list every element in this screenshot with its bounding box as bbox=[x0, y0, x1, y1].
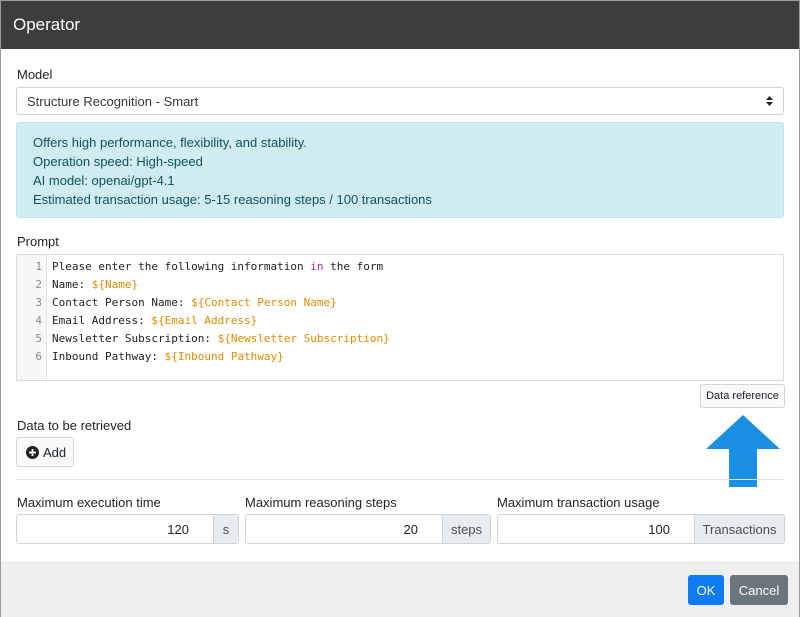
line-number: 3 bbox=[35, 296, 42, 309]
plus-circle-icon bbox=[26, 446, 39, 459]
code-line: Inbound Pathway: ${Inbound Pathway} bbox=[52, 350, 284, 363]
transaction-usage-label: Maximum transaction usage bbox=[497, 495, 660, 510]
code-variable: ${Newsletter Subscription} bbox=[217, 332, 390, 345]
line-number: 1 bbox=[35, 260, 42, 273]
transaction-usage-input[interactable]: 100 Transactions bbox=[497, 514, 785, 544]
data-reference-label: Data reference bbox=[706, 390, 779, 402]
dialog-footer bbox=[1, 563, 799, 617]
dialog-header: Operator bbox=[1, 1, 799, 49]
code-text: Email Address: bbox=[52, 314, 152, 327]
code-text: Newsletter Subscription: bbox=[52, 332, 218, 345]
line-number: 4 bbox=[35, 314, 42, 327]
ok-button[interactable]: OK bbox=[688, 575, 724, 605]
prompt-editor[interactable]: 1 2 3 4 5 6 Please enter the following i… bbox=[16, 254, 784, 381]
section-divider bbox=[16, 479, 784, 480]
model-select[interactable]: Structure Recognition - Smart bbox=[16, 87, 784, 115]
code-variable: ${Name} bbox=[91, 278, 139, 291]
code-line: Name: ${Name} bbox=[52, 278, 138, 291]
code-text: Inbound Pathway: bbox=[52, 350, 165, 363]
info-line: AI model: openai/gpt-4.1 bbox=[33, 173, 175, 188]
code-text: the form bbox=[323, 260, 384, 273]
up-arrow-icon bbox=[706, 415, 780, 487]
code-line: Newsletter Subscription: ${Newsletter Su… bbox=[52, 332, 390, 345]
data-reference-button[interactable]: Data reference bbox=[700, 384, 785, 408]
code-keyword: in bbox=[310, 260, 324, 273]
code-variable: ${Inbound Pathway} bbox=[164, 350, 284, 363]
cancel-button[interactable]: Cancel bbox=[730, 575, 788, 605]
line-number: 6 bbox=[35, 350, 42, 363]
info-line: Offers high performance, flexibility, an… bbox=[33, 135, 307, 150]
add-button[interactable]: Add bbox=[16, 437, 74, 467]
code-line: Contact Person Name: ${Contact Person Na… bbox=[52, 296, 337, 309]
add-label: Add bbox=[43, 445, 67, 460]
reasoning-steps-input[interactable]: 20 steps bbox=[245, 514, 491, 544]
line-number: 5 bbox=[35, 332, 42, 345]
info-line: Operation speed: High-speed bbox=[33, 154, 203, 169]
code-text: Name: bbox=[52, 278, 92, 291]
sort-caret-icon bbox=[766, 96, 773, 106]
execution-time-value: 120 bbox=[167, 522, 189, 537]
execution-time-label: Maximum execution time bbox=[17, 495, 161, 510]
retrieved-label: Data to be retrieved bbox=[17, 418, 132, 433]
reasoning-steps-unit: steps bbox=[442, 515, 490, 543]
execution-time-input[interactable]: 120 s bbox=[16, 514, 239, 544]
code-variable: ${Contact Person Name} bbox=[191, 296, 337, 309]
line-number-gutter: 1 2 3 4 5 6 bbox=[17, 255, 47, 380]
line-number: 2 bbox=[35, 278, 42, 291]
info-line: Estimated transaction usage: 5-15 reason… bbox=[33, 192, 432, 207]
prompt-label: Prompt bbox=[17, 234, 59, 249]
operator-dialog: Operator Model Structure Recognition - S… bbox=[0, 0, 800, 617]
code-variable: ${Email Address} bbox=[151, 314, 258, 327]
code-line: Please enter the following information i… bbox=[52, 260, 383, 273]
model-select-value: Structure Recognition - Smart bbox=[27, 94, 199, 109]
code-text: Contact Person Name: bbox=[52, 296, 192, 309]
reasoning-steps-value: 20 bbox=[403, 522, 418, 537]
code-line: Email Address: ${Email Address} bbox=[52, 314, 257, 327]
model-info-alert: Offers high performance, flexibility, an… bbox=[16, 122, 784, 218]
reasoning-steps-label: Maximum reasoning steps bbox=[245, 495, 397, 510]
code-text: Please enter the following information bbox=[52, 260, 311, 273]
execution-time-unit: s bbox=[213, 515, 238, 543]
transaction-usage-unit: Transactions bbox=[694, 515, 784, 543]
model-label: Model bbox=[17, 67, 53, 82]
dialog-title: Operator bbox=[13, 15, 81, 34]
transaction-usage-value: 100 bbox=[648, 522, 670, 537]
